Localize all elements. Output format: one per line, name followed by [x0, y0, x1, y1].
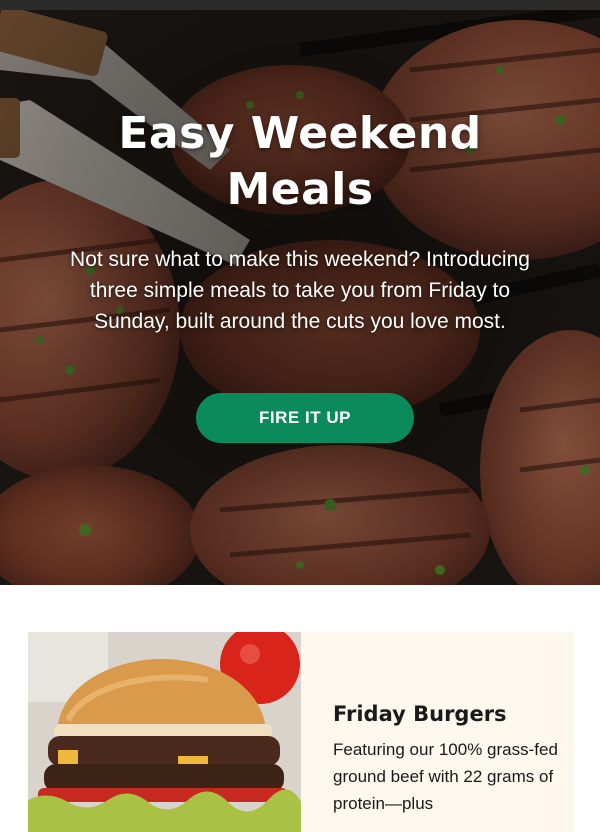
top-bar: [0, 0, 600, 10]
burger-image: [28, 632, 301, 832]
fire-it-up-button[interactable]: FIRE IT UP: [196, 393, 414, 443]
hero-title-line2: Meals: [226, 164, 374, 215]
burger-illustration: [28, 632, 301, 832]
meal-description: Featuring our 100% grass-fed ground beef…: [333, 740, 558, 813]
hero-title-line1: Easy Weekend: [118, 108, 482, 159]
hero-section: Easy Weekend Meals Not sure what to make…: [0, 10, 600, 585]
meal-card-friday[interactable]: Friday Burgers Featuring our 100% grass-…: [28, 632, 574, 832]
hero-subtitle: Not sure what to make this weekend? Intr…: [70, 248, 530, 333]
hero-title: Easy Weekend Meals: [0, 106, 600, 218]
meal-title: Friday Burgers: [333, 702, 507, 726]
